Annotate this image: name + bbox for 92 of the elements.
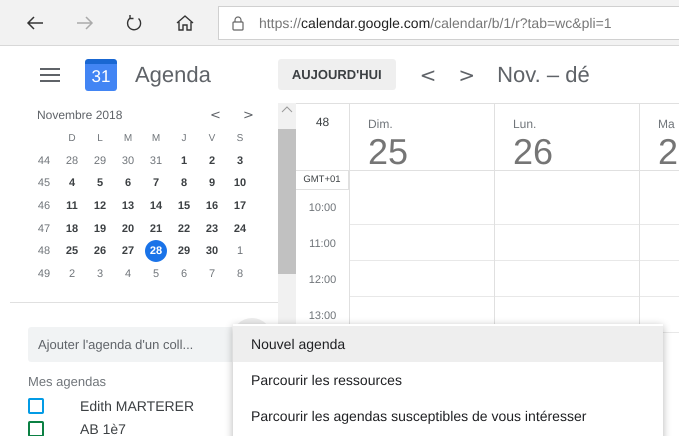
menu-item[interactable]: Parcourir les agendas susceptibles de vous intéresser xyxy=(233,398,663,434)
weekday-label: Ma xyxy=(658,117,675,131)
calendar-day[interactable]: 18 xyxy=(61,218,83,240)
weekday-label: S xyxy=(236,132,244,144)
calendar-day[interactable]: 8 xyxy=(229,262,251,285)
calendar-day[interactable]: 1 xyxy=(173,150,195,172)
weekday-label: V xyxy=(208,132,216,144)
calendar-day[interactable]: 7 xyxy=(145,172,167,194)
calendar-day[interactable]: 3 xyxy=(229,150,251,172)
calendar-day[interactable]: 21 xyxy=(145,218,167,240)
calendar-day[interactable]: 13 xyxy=(117,195,139,218)
calendar-day[interactable]: 5 xyxy=(145,262,167,285)
calendar-name[interactable]: Edith MARTERER xyxy=(80,398,194,414)
calendar-day[interactable]: 9 xyxy=(201,172,223,194)
calendar-logo: 31 xyxy=(85,58,117,90)
lock-icon xyxy=(231,14,245,30)
date-range: Nov. – dé xyxy=(497,62,590,88)
week-number: 46 xyxy=(38,200,50,212)
calendar-day[interactable]: 11 xyxy=(61,195,83,218)
calendar-day[interactable]: 27 xyxy=(117,240,139,262)
calendar-day[interactable]: 1 xyxy=(229,240,251,262)
week-number: 49 xyxy=(38,268,50,280)
calendar-day[interactable]: 4 xyxy=(117,262,139,285)
calendar-day[interactable]: 15 xyxy=(173,195,195,218)
calendar-day[interactable]: 29 xyxy=(89,150,111,172)
weekday-label: J xyxy=(182,132,186,144)
checkbox[interactable] xyxy=(28,421,44,436)
hour-label: 12:00 xyxy=(308,273,338,288)
add-calendar-field[interactable]: Ajouter l'agenda d'un coll... xyxy=(28,327,232,362)
weekday-label: L xyxy=(97,132,103,144)
calendar-day[interactable]: 2 xyxy=(201,150,223,172)
calendar-day[interactable]: 16 xyxy=(201,195,223,218)
week-number: 47 xyxy=(38,222,50,235)
menu-item[interactable]: Parcourir les ressources xyxy=(233,362,663,398)
day-number[interactable]: 26 xyxy=(513,133,554,171)
calendar-day[interactable]: 2 xyxy=(61,262,83,285)
hour-label: 10:00 xyxy=(308,201,338,216)
calendar-day[interactable]: 30 xyxy=(117,150,139,172)
week-number: 48 xyxy=(38,245,50,258)
menu-item[interactable]: Nouvel agenda xyxy=(233,326,663,362)
calendar-day[interactable]: 23 xyxy=(201,218,223,240)
menu-icon[interactable] xyxy=(40,66,60,82)
weekday-label: M xyxy=(152,132,160,144)
previous-month-button[interactable]: < xyxy=(199,108,232,122)
calendar-day[interactable]: 20 xyxy=(117,218,139,240)
hour-label: 13:00 xyxy=(308,309,338,324)
calendar-day[interactable]: 10 xyxy=(229,172,251,194)
previous-button[interactable]: < xyxy=(420,62,436,86)
calendar-day[interactable]: 29 xyxy=(173,240,195,262)
calendar-day[interactable]: 28 xyxy=(145,240,167,262)
address-bar[interactable]: https://calendar.google.com/calendar/b/1/r?tab=wc&pli=1 xyxy=(218,6,679,40)
weekday-label: D xyxy=(68,132,76,144)
weekday-label: Lun. xyxy=(513,117,536,131)
home-icon[interactable] xyxy=(175,14,195,32)
calendar-day[interactable]: 6 xyxy=(117,172,139,194)
timezone-label: GMT+01 xyxy=(296,171,349,190)
calendar-day[interactable]: 19 xyxy=(89,218,111,240)
calendar-day[interactable]: 26 xyxy=(89,240,111,262)
calendar-day[interactable]: 17 xyxy=(229,195,251,218)
calendar-day[interactable]: 14 xyxy=(145,195,167,218)
day-number[interactable]: 2 xyxy=(658,133,678,171)
calendar-day[interactable]: 31 xyxy=(145,150,167,172)
next-month-button[interactable]: > xyxy=(232,108,265,122)
calendar-day[interactable]: 12 xyxy=(89,195,111,218)
checkbox[interactable] xyxy=(28,398,44,414)
calendar-name[interactable]: AB 1è7 xyxy=(80,421,126,436)
calendar-day[interactable]: 24 xyxy=(229,218,251,240)
calendar-day[interactable]: 4 xyxy=(61,172,83,194)
today-button[interactable]: AUJOURD'HUI xyxy=(278,59,396,90)
calendar-day[interactable]: 5 xyxy=(89,172,111,194)
month-title: Novembre 2018 xyxy=(37,108,124,122)
week-number: 44 xyxy=(38,154,50,167)
hour-label: 11:00 xyxy=(308,237,337,252)
back-icon[interactable] xyxy=(25,14,45,32)
calendar-day[interactable]: 8 xyxy=(173,172,195,194)
calendar-day[interactable]: 3 xyxy=(89,262,111,285)
calendar-day[interactable]: 28 xyxy=(61,150,83,172)
weekday-label: Dim. xyxy=(368,117,393,131)
weekday-label: M xyxy=(124,132,132,144)
forward-icon xyxy=(75,14,95,32)
week-number: 45 xyxy=(38,177,50,190)
day-number[interactable]: 25 xyxy=(368,133,408,171)
app-title: Agenda xyxy=(135,62,211,88)
calendar-day[interactable]: 30 xyxy=(201,240,223,262)
calendar-day[interactable]: 25 xyxy=(61,240,83,262)
calendar-day[interactable]: 7 xyxy=(201,262,223,285)
calendar-day[interactable]: 6 xyxy=(173,262,195,285)
section-title: Mes agendas xyxy=(28,374,106,390)
calendar-day[interactable]: 22 xyxy=(173,218,195,240)
scrollbar[interactable] xyxy=(278,103,296,324)
next-button[interactable]: > xyxy=(458,62,476,86)
week-number: 48 xyxy=(296,104,350,171)
